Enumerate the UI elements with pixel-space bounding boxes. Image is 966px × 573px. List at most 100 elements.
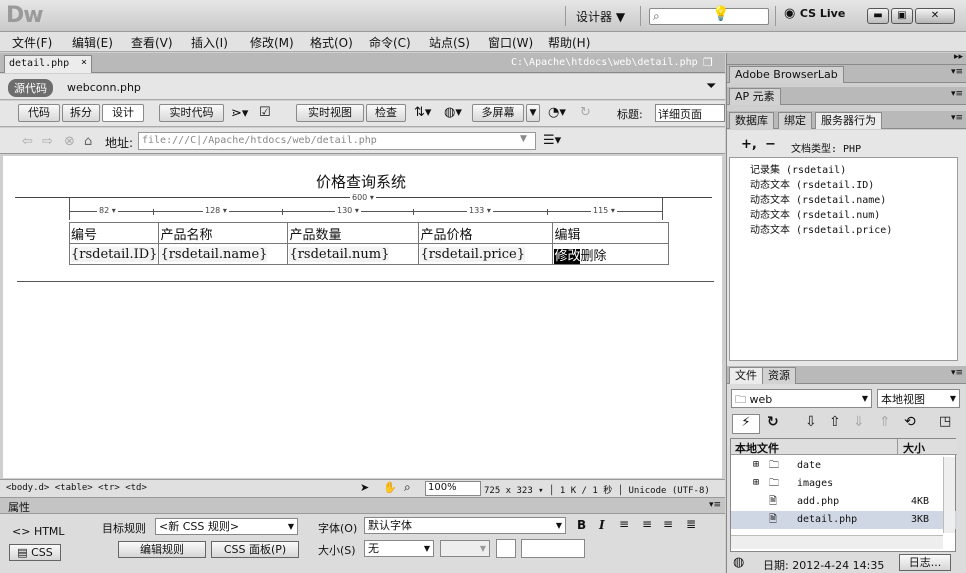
menu-site[interactable]: 站点(S) — [429, 34, 470, 51]
minimize-button[interactable]: ▬ — [867, 8, 889, 24]
cell-name[interactable]: {rsdetail.name} — [158, 243, 289, 265]
list-item[interactable]: 动态文本 (rsdetail.price) — [750, 221, 892, 236]
list-item[interactable]: 动态文本 (rsdetail.ID) — [750, 176, 874, 191]
list-item[interactable]: 动态文本 (rsdetail.num) — [750, 206, 880, 221]
expand-icon[interactable]: ◳ — [939, 414, 951, 429]
tab-bindings[interactable]: 绑定 — [778, 112, 812, 129]
list-item[interactable]: 记录集 (rsdetail) — [750, 161, 846, 176]
header-edit[interactable]: 编辑 — [552, 222, 670, 244]
column-width-4[interactable]: 133 ▾ — [467, 206, 493, 215]
title-input[interactable]: 详细页面 — [655, 104, 725, 122]
align-right-icon[interactable]: ≡ — [663, 517, 673, 531]
size-unit-select[interactable]: ▼ — [440, 540, 490, 557]
multiscreen-dropdown-icon[interactable]: ▼ — [526, 104, 540, 122]
log-button[interactable]: 日志... — [899, 554, 951, 571]
view-options-icon[interactable]: ☰▾ — [543, 133, 561, 148]
header-name[interactable]: 产品名称 — [158, 222, 289, 244]
site-select[interactable]: 🗀 web ▼ — [731, 389, 872, 408]
multiscreen-button[interactable]: 多屏幕 — [472, 104, 524, 122]
stop-icon[interactable]: ⊗ — [64, 135, 78, 149]
tab-files[interactable]: 文件 — [729, 367, 763, 384]
validate-icon[interactable]: ☑ — [259, 105, 271, 120]
italic-button[interactable]: I — [599, 518, 605, 532]
size-select[interactable]: 无 ▼ — [364, 540, 434, 557]
window-size[interactable]: 725 x 323 ▾ — [484, 486, 544, 496]
delete-link[interactable]: 删除 — [580, 249, 606, 264]
checkout-icon[interactable]: ⇓ — [853, 414, 865, 430]
close-button[interactable]: ✕ — [915, 8, 955, 24]
dynamic-text-num[interactable]: {rsdetail.num} — [289, 246, 390, 262]
put-files-icon[interactable]: ⇧ — [829, 414, 841, 430]
cell-actions[interactable]: 修改删除 — [552, 243, 670, 265]
tag-selector[interactable]: <body.d> <table> <tr> <td> — [6, 483, 147, 493]
align-center-icon[interactable]: ≡ — [642, 517, 652, 531]
header-num[interactable]: 产品数量 — [287, 222, 420, 244]
list-item[interactable]: 动态文本 (rsdetail.name) — [750, 191, 886, 206]
menu-window[interactable]: 窗口(W) — [488, 34, 533, 51]
menu-modify[interactable]: 修改(M) — [250, 34, 294, 51]
dynamic-text-name[interactable]: {rsdetail.name} — [160, 246, 268, 262]
expand-icon[interactable]: ⊞ — [753, 477, 759, 488]
address-dropdown-icon[interactable]: ▼ — [520, 134, 527, 144]
tab-assets[interactable]: 资源 — [762, 367, 796, 384]
address-input[interactable]: file:///C|/Apache/htdocs/web/detail.php — [138, 132, 536, 150]
preview-browser-icon[interactable]: ◍▾ — [444, 105, 462, 120]
css-panel-button[interactable]: CSS 面板(P) — [211, 541, 299, 558]
horizontal-scrollbar[interactable] — [731, 535, 943, 549]
refresh-icon[interactable]: ↻ — [580, 105, 591, 120]
help-search-input[interactable]: ⌕ — [649, 8, 769, 25]
checkin-icon[interactable]: ⇑ — [879, 414, 891, 430]
local-files-header[interactable]: 本地文件 — [735, 440, 779, 456]
maximize-button[interactable]: ▣ — [891, 8, 913, 24]
menu-format[interactable]: 格式(O) — [310, 34, 353, 51]
restore-icon[interactable]: ❐ — [703, 56, 713, 69]
design-canvas[interactable]: 价格查询系统 600 ▾ 82 ▾ 128 ▾ 130 ▾ 133 ▾ 115 … — [3, 156, 722, 478]
column-width-5[interactable]: 115 ▾ — [591, 206, 617, 215]
menu-insert[interactable]: 插入(I) — [191, 34, 228, 51]
detail-table[interactable]: 编号 产品名称 产品数量 产品价格 编辑 {rsdetail.ID} {rsde… — [68, 222, 670, 265]
panel-menu-icon[interactable]: ▾≡ — [951, 89, 963, 99]
connect-icon[interactable]: ⚡ — [732, 414, 760, 434]
tab-databases[interactable]: 数据库 — [729, 112, 774, 129]
align-left-icon[interactable]: ≡ — [619, 517, 629, 531]
browser-check-icon[interactable]: ⋗▾ — [231, 106, 248, 121]
cell-id[interactable]: {rsdetail.ID} — [68, 243, 160, 265]
workspace-switcher[interactable]: 设计器 ▼ — [576, 8, 625, 25]
table-width-label[interactable]: 600 ▾ — [350, 193, 376, 202]
menu-commands[interactable]: 命令(C) — [369, 34, 411, 51]
menu-help[interactable]: 帮助(H) — [548, 34, 590, 51]
menu-view[interactable]: 查看(V) — [131, 34, 173, 51]
forward-icon[interactable]: ⇨ — [42, 135, 56, 149]
back-icon[interactable]: ⇦ — [22, 135, 36, 149]
panel-menu-icon[interactable]: ▾≡ — [709, 500, 721, 510]
browserlab-tab[interactable]: Adobe BrowserLab — [729, 66, 844, 83]
dynamic-text-price[interactable]: {rsdetail.price} — [420, 246, 525, 262]
file-row[interactable]: 🗎 add.php 4KB — [731, 493, 957, 511]
code-view-button[interactable]: 代码 — [18, 104, 60, 122]
add-behavior-button[interactable]: +, — [741, 137, 757, 152]
menu-edit[interactable]: 编辑(E) — [72, 34, 113, 51]
panel-menu-icon[interactable]: ▾≡ — [951, 368, 963, 378]
column-width-3[interactable]: 130 ▾ — [335, 206, 361, 215]
hand-tool-icon[interactable]: ✋ — [383, 481, 397, 494]
cell-price[interactable]: {rsdetail.price} — [418, 243, 554, 265]
related-file-link[interactable]: webconn.php — [67, 81, 141, 94]
align-justify-icon[interactable]: ≣ — [686, 517, 696, 531]
column-width-1[interactable]: 82 ▾ — [97, 206, 118, 215]
ap-elements-tab[interactable]: AP 元素 — [729, 88, 781, 105]
filter-icon[interactable]: ⏷ — [706, 79, 716, 94]
color-input[interactable] — [521, 539, 585, 558]
refresh-icon[interactable]: ↻ — [767, 414, 779, 430]
document-tab[interactable]: detail.php × — [4, 55, 92, 73]
bold-button[interactable]: B — [577, 518, 586, 532]
file-row[interactable]: ⊞ 🗀 date — [731, 457, 957, 475]
close-tab-icon[interactable]: × — [81, 57, 87, 68]
sync-icon[interactable]: ⟲ — [904, 414, 916, 430]
panel-menu-icon[interactable]: ▾≡ — [951, 67, 963, 77]
design-view-button[interactable]: 设计 — [102, 104, 144, 122]
target-rule-select[interactable]: <新 CSS 规则> ▼ — [155, 518, 298, 535]
get-files-icon[interactable]: ⇩ — [805, 414, 817, 430]
header-price[interactable]: 产品价格 — [418, 222, 554, 244]
visual-aids-icon[interactable]: ◔▾ — [548, 105, 566, 120]
vertical-scrollbar[interactable] — [943, 457, 955, 533]
